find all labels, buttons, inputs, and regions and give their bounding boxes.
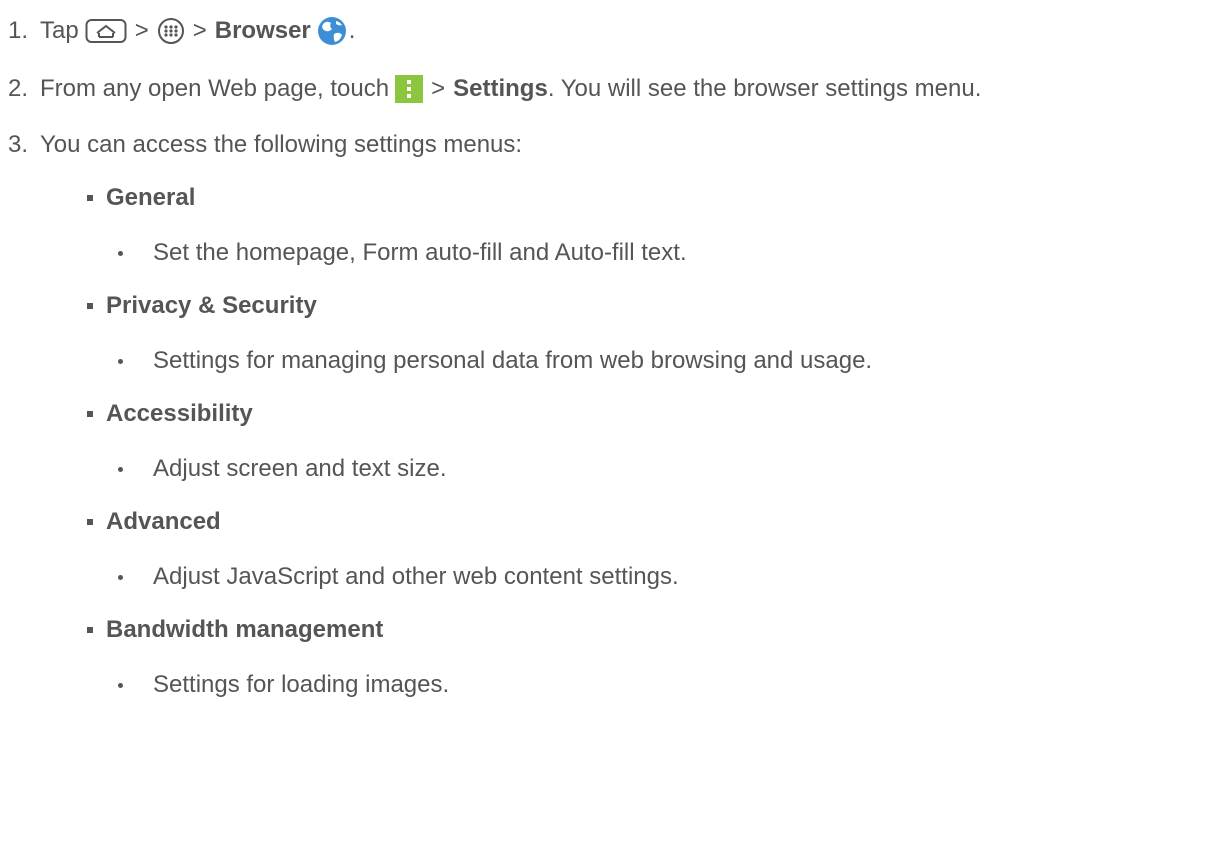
menu-desc-text: Adjust JavaScript and other web content …	[153, 563, 679, 590]
separator: >	[134, 17, 149, 44]
menu-description: Adjust JavaScript and other web content …	[118, 562, 679, 592]
menu-item: Advanced	[87, 507, 221, 537]
square-bullet	[87, 195, 93, 201]
menu-icon	[395, 75, 424, 103]
separator: >	[431, 75, 446, 102]
step-text-tap: Tap	[40, 17, 79, 44]
menu-desc-text: Settings for loading images.	[153, 671, 450, 698]
step-2: 2. From any open Web page, touch > Setti…	[8, 74, 981, 104]
square-bullet	[87, 519, 93, 525]
apps-icon	[157, 17, 185, 45]
menu-item: Privacy & Security	[87, 291, 317, 321]
settings-label: Settings	[453, 75, 548, 102]
step-text: . You will see the browser settings menu…	[547, 75, 982, 102]
menu-title: Privacy & Security	[106, 292, 317, 319]
menu-description: Adjust screen and text size.	[118, 454, 446, 484]
round-bullet	[118, 682, 123, 688]
menu-title: Accessibility	[106, 400, 253, 427]
home-key-icon	[85, 18, 127, 44]
step-1: 1. Tap > > Browser .	[8, 16, 355, 46]
step-number: 1.	[8, 17, 29, 44]
round-bullet	[118, 466, 123, 472]
menu-title: Bandwidth management	[106, 616, 384, 643]
separator: >	[192, 17, 207, 44]
menu-item: Bandwidth management	[87, 615, 383, 645]
square-bullet	[87, 411, 93, 417]
step-text: From any open Web page, touch	[40, 75, 390, 102]
browser-globe-icon	[315, 16, 349, 46]
round-bullet	[118, 358, 123, 364]
menu-title: Advanced	[106, 508, 221, 535]
menu-desc-text: Set the homepage, Form auto-fill and Aut…	[153, 239, 687, 266]
step-end: .	[348, 17, 356, 44]
menu-item: General	[87, 183, 195, 213]
square-bullet	[87, 627, 93, 633]
round-bullet	[118, 250, 123, 256]
step-number: 3.	[8, 131, 29, 158]
menu-description: Set the homepage, Form auto-fill and Aut…	[118, 238, 687, 268]
browser-app-label: Browser	[214, 17, 311, 44]
round-bullet	[118, 574, 123, 580]
step-text: You can access the following settings me…	[40, 131, 523, 158]
menu-description: Settings for managing personal data from…	[118, 346, 872, 376]
menu-desc-text: Adjust screen and text size.	[153, 455, 447, 482]
step-number: 2.	[8, 75, 29, 102]
menu-item: Accessibility	[87, 399, 253, 429]
menu-desc-text: Settings for managing personal data from…	[153, 347, 873, 374]
square-bullet	[87, 303, 93, 309]
menu-description: Settings for loading images.	[118, 670, 449, 700]
step-3: 3. You can access the following settings…	[8, 130, 522, 160]
menu-title: General	[106, 184, 196, 211]
